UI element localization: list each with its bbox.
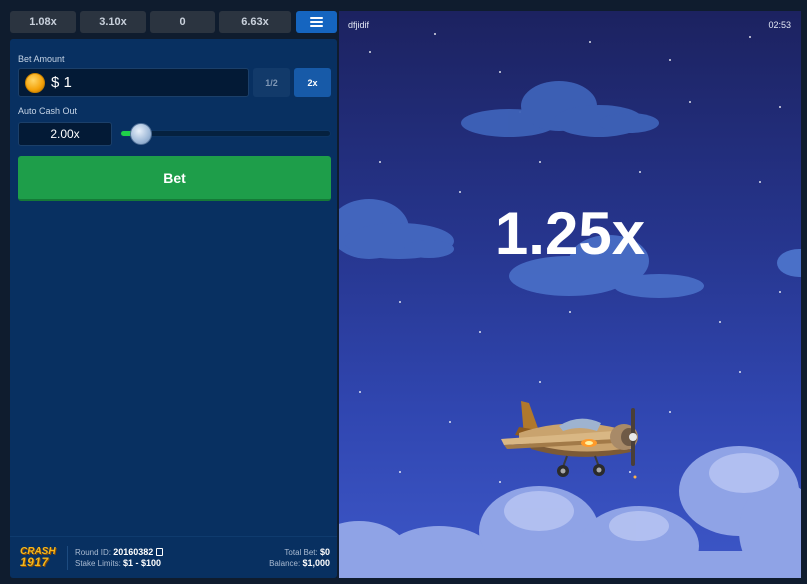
auto-cashout-label: Auto Cash Out — [18, 106, 78, 116]
half-bet-button[interactable]: 1/2 — [253, 68, 290, 97]
menu-icon — [310, 17, 323, 27]
panel-footer: CRASH 1917 Round ID: 20160382 Stake Limi… — [10, 536, 337, 578]
bet-amount-number: 1 — [63, 74, 72, 91]
double-bet-button[interactable]: 2x — [294, 68, 331, 97]
balance-label: Balance: — [269, 559, 301, 568]
bet-amount-label: Bet Amount — [18, 54, 65, 64]
total-bet-value: $0 — [319, 547, 330, 557]
slider-thumb[interactable] — [130, 123, 152, 145]
round-id-row: Round ID: 20160382 — [75, 547, 164, 557]
cloud-top — [461, 81, 659, 137]
total-bet-row: Total Bet: $0 — [284, 547, 330, 557]
balance-row: Balance: $1,000 — [269, 558, 330, 568]
bet-button[interactable]: Bet — [18, 156, 331, 201]
history-item[interactable]: 0 — [150, 11, 215, 33]
footer-divider — [67, 546, 68, 570]
balance-value: $1,000 — [302, 558, 330, 568]
copy-icon[interactable] — [156, 548, 164, 556]
menu-button[interactable] — [296, 11, 337, 33]
player-name: dfjidif — [348, 20, 370, 30]
bet-amount-input[interactable]: $ 1 — [18, 68, 249, 97]
stake-limits-value: $1 - $100 — [123, 558, 162, 568]
round-id-label: Round ID: — [75, 548, 112, 557]
logo-line2: 1917 — [20, 555, 49, 569]
history-item[interactable]: 6.63x — [219, 11, 291, 33]
currency-symbol: $ — [51, 74, 60, 91]
round-id-value: 20160382 — [113, 547, 154, 557]
scene-art — [339, 81, 801, 578]
stake-limits-row: Stake Limits: $1 - $100 — [75, 558, 161, 568]
history-item[interactable]: 1.08x — [10, 11, 76, 33]
clock: 02:53 — [768, 20, 791, 30]
total-bet-label: Total Bet: — [284, 548, 318, 557]
stake-limits-label: Stake Limits: — [75, 559, 121, 568]
crash-1917-logo: CRASH 1917 — [20, 547, 58, 569]
auto-cashout-input[interactable]: 2.00x — [18, 122, 112, 146]
current-multiplier: 1.25x — [494, 200, 646, 267]
bet-panel: Bet Amount $ 1 1/2 2x Auto Cash Out 2.00… — [10, 39, 337, 578]
history-item[interactable]: 3.10x — [80, 11, 146, 33]
bet-amount-value: $ 1 — [51, 74, 72, 91]
coin-icon — [25, 73, 45, 93]
airplane-icon — [501, 401, 638, 479]
history-strip: 1.08x 3.10x 0 6.63x — [10, 11, 337, 33]
game-canvas: dfjidif 02:53 1.25x — [339, 11, 801, 578]
